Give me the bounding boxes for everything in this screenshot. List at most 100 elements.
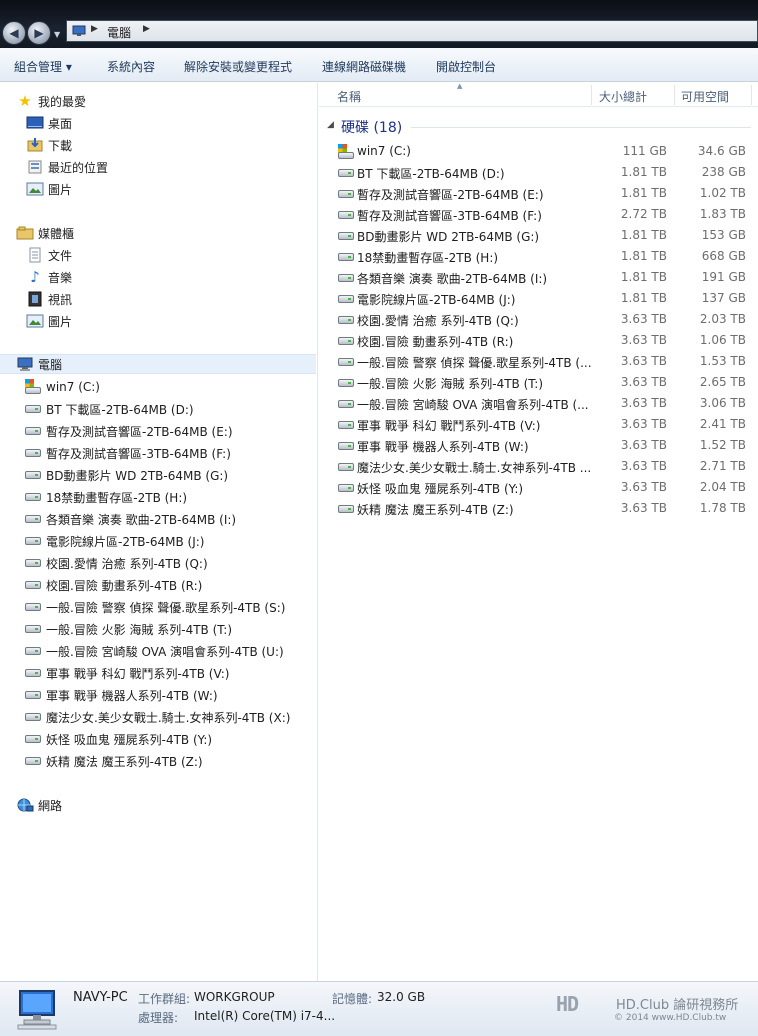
nav-drive-q[interactable]: 校園.愛情 治癒 系列-4TB (Q:) [24, 553, 208, 573]
hard-drive-icon [24, 643, 42, 659]
drive-row[interactable]: 一般.冒險 火影 海賊 系列-4TB (T:) 3.63 TB 2.65 TB [319, 372, 758, 393]
hard-drive-icon [24, 599, 42, 615]
nav-item-videos[interactable]: 視訊 [26, 289, 72, 309]
drive-row[interactable]: 暫存及測試音響區-3TB-64MB (F:) 2.72 TB 1.83 TB [319, 204, 758, 225]
drive-row[interactable]: 一般.冒險 宮崎駿 OVA 演唱會系列-4TB (... 3.63 TB 3.0… [319, 393, 758, 414]
drive-row[interactable]: 校園.冒險 動畫系列-4TB (R:) 3.63 TB 1.06 TB [319, 330, 758, 351]
system-drive-icon [24, 379, 42, 395]
drive-row[interactable]: 各類音樂 演奏 歌曲-2TB-64MB (I:) 1.81 TB 191 GB [319, 267, 758, 288]
drive-free-space: 3.06 TB [699, 396, 746, 410]
drive-total-size: 1.81 TB [620, 165, 667, 179]
uninstall-program-button[interactable]: 解除安裝或變更程式 [184, 58, 292, 75]
recent-pages-dropdown-icon[interactable]: ▼ [54, 30, 60, 39]
open-control-panel-button[interactable]: 開啟控制台 [436, 58, 496, 75]
nav-drive-d[interactable]: BT 下載區-2TB-64MB (D:) [24, 399, 194, 419]
drive-row[interactable]: 18禁動畫暫存區-2TB (H:) 1.81 TB 668 GB [319, 246, 758, 267]
drive-row[interactable]: BT 下載區-2TB-64MB (D:) 1.81 TB 238 GB [319, 162, 758, 183]
nav-drive-y[interactable]: 妖怪 吸血鬼 殭屍系列-4TB (Y:) [24, 729, 212, 749]
map-network-drive-button[interactable]: 連線網路磁碟機 [322, 58, 406, 75]
drive-free-space: 153 GB [701, 228, 746, 242]
address-bar[interactable]: ▶ 電腦 ▶ [66, 20, 758, 42]
hard-drive-icon [337, 249, 355, 265]
drive-row[interactable]: 一般.冒險 警察 偵探 聲優.歌星系列-4TB (... 3.63 TB 1.5… [319, 351, 758, 372]
drive-name: 一般.冒險 宮崎駿 OVA 演唱會系列-4TB (... [357, 398, 589, 412]
nav-drive-w[interactable]: 軍事 戰爭 機器人系列-4TB (W:) [24, 685, 218, 705]
drive-row[interactable]: 暫存及測試音響區-2TB-64MB (E:) 1.81 TB 1.02 TB [319, 183, 758, 204]
drive-free-space: 1.78 TB [699, 501, 746, 515]
drive-name: 一般.冒險 警察 偵探 聲優.歌星系列-4TB (... [357, 356, 592, 370]
nav-network[interactable]: 網路 [16, 795, 62, 815]
column-header-name[interactable]: 名稱 [337, 88, 361, 105]
nav-label: 魔法少女.美少女戰士.騎士.女神系列-4TB (X:) [46, 710, 291, 725]
nav-item-desktop[interactable]: 桌面 [26, 113, 72, 133]
back-button[interactable]: ◀ [2, 21, 26, 45]
hard-drive-icon [337, 396, 355, 412]
nav-item-downloads[interactable]: 下載 [26, 135, 72, 155]
nav-drive-g[interactable]: BD動畫影片 WD 2TB-64MB (G:) [24, 465, 228, 485]
watermark-logo: HD [556, 992, 579, 1016]
nav-drive-c[interactable]: win7 (C:) [24, 377, 100, 397]
drive-row[interactable]: 校園.愛情 治癒 系列-4TB (Q:) 3.63 TB 2.03 TB [319, 309, 758, 330]
hard-drive-icon [337, 354, 355, 370]
hard-drive-icon [337, 291, 355, 307]
nav-favorites[interactable]: ★ 我的最愛 [16, 91, 86, 111]
drive-name: 一般.冒險 火影 海賊 系列-4TB (T:) [357, 377, 544, 391]
drive-row[interactable]: 軍事 戰爭 科幻 戰鬥系列-4TB (V:) 3.63 TB 2.41 TB [319, 414, 758, 435]
column-divider[interactable] [674, 85, 675, 105]
nav-item-music[interactable]: ♪ 音樂 [26, 267, 72, 287]
nav-drive-v[interactable]: 軍事 戰爭 科幻 戰鬥系列-4TB (V:) [24, 663, 229, 683]
drive-name: 各類音樂 演奏 歌曲-2TB-64MB (I:) [357, 272, 548, 286]
drive-row[interactable]: 魔法少女.美少女戰士.騎士.女神系列-4TB ... 3.63 TB 2.71 … [319, 456, 758, 477]
collapse-triangle-icon[interactable]: ◢ [327, 120, 334, 130]
nav-item-library-pictures[interactable]: 圖片 [26, 311, 72, 331]
group-header-hard-drives[interactable]: ◢ 硬碟 (18) [319, 117, 758, 137]
drive-row[interactable]: 妖精 魔法 魔王系列-4TB (Z:) 3.63 TB 1.78 TB [319, 498, 758, 519]
nav-item-recent-places[interactable]: 最近的位置 [26, 157, 108, 177]
nav-computer[interactable]: 電腦 [0, 354, 316, 374]
nav-drive-t[interactable]: 一般.冒險 火影 海賊 系列-4TB (T:) [24, 619, 232, 639]
column-header-free-space[interactable]: 可用空間 [681, 88, 729, 105]
nav-label: win7 (C:) [46, 380, 100, 394]
drive-row[interactable]: 軍事 戰爭 機器人系列-4TB (W:) 3.63 TB 1.52 TB [319, 435, 758, 456]
hard-drive-icon [24, 731, 42, 747]
nav-item-documents[interactable]: 文件 [26, 245, 72, 265]
breadcrumb-computer[interactable]: 電腦 [107, 24, 131, 41]
nav-drive-i[interactable]: 各類音樂 演奏 歌曲-2TB-64MB (I:) [24, 509, 236, 529]
hard-drive-icon [337, 312, 355, 328]
nav-drive-r[interactable]: 校園.冒險 動畫系列-4TB (R:) [24, 575, 202, 595]
nav-drive-s[interactable]: 一般.冒險 警察 偵探 聲優.歌星系列-4TB (S:) [24, 597, 285, 617]
drive-row[interactable]: 妖怪 吸血鬼 殭屍系列-4TB (Y:) 3.63 TB 2.04 TB [319, 477, 758, 498]
breadcrumb-chevron-icon[interactable]: ▶ [143, 24, 150, 34]
column-divider[interactable] [751, 85, 752, 105]
nav-drive-j[interactable]: 電影院線片區-2TB-64MB (J:) [24, 531, 204, 551]
breadcrumb-chevron-icon[interactable]: ▶ [91, 24, 98, 34]
nav-drive-u[interactable]: 一般.冒險 宮崎駿 OVA 演唱會系列-4TB (U:) [24, 641, 284, 661]
nav-drive-z[interactable]: 妖精 魔法 魔王系列-4TB (Z:) [24, 751, 203, 771]
column-divider[interactable] [591, 85, 592, 105]
watermark-copyright: © 2014 www.HD.Club.tw [614, 1013, 727, 1023]
nav-label: 暫存及測試音響區-2TB-64MB (E:) [46, 424, 233, 439]
drive-row[interactable]: BD動畫影片 WD 2TB-64MB (G:) 1.81 TB 153 GB [319, 225, 758, 246]
documents-icon [29, 247, 41, 263]
nav-drive-f[interactable]: 暫存及測試音響區-3TB-64MB (F:) [24, 443, 231, 463]
nav-drive-e[interactable]: 暫存及測試音響區-2TB-64MB (E:) [24, 421, 233, 441]
drive-name: BD動畫影片 WD 2TB-64MB (G:) [357, 230, 540, 244]
drive-free-space: 34.6 GB [697, 144, 746, 158]
drive-free-space: 2.41 TB [699, 417, 746, 431]
drive-row[interactable]: 電影院線片區-2TB-64MB (J:) 1.81 TB 137 GB [319, 288, 758, 309]
nav-item-pictures[interactable]: 圖片 [26, 179, 72, 199]
nav-label: 視訊 [48, 292, 73, 307]
drive-total-size: 1.81 TB [620, 228, 667, 242]
nav-drive-x[interactable]: 魔法少女.美少女戰士.騎士.女神系列-4TB (X:) [24, 707, 290, 727]
column-header-total-size[interactable]: 大小總計 [599, 88, 647, 105]
drive-total-size: 1.81 TB [620, 291, 667, 305]
organize-button[interactable]: 組合管理 ▾ [14, 58, 72, 75]
hard-drive-icon [337, 165, 355, 181]
command-bar: 組合管理 ▾ 系統內容 解除安裝或變更程式 連線網路磁碟機 開啟控制台 [0, 48, 758, 82]
system-properties-button[interactable]: 系統內容 [107, 58, 155, 75]
drive-row[interactable]: win7 (C:) 111 GB 34.6 GB [319, 141, 758, 162]
nav-libraries[interactable]: 媒體櫃 [16, 223, 74, 243]
nav-drive-h[interactable]: 18禁動畫暫存區-2TB (H:) [24, 487, 187, 507]
forward-button[interactable]: ▶ [27, 21, 51, 45]
nav-label: 校園.愛情 治癒 系列-4TB (Q:) [46, 556, 208, 571]
